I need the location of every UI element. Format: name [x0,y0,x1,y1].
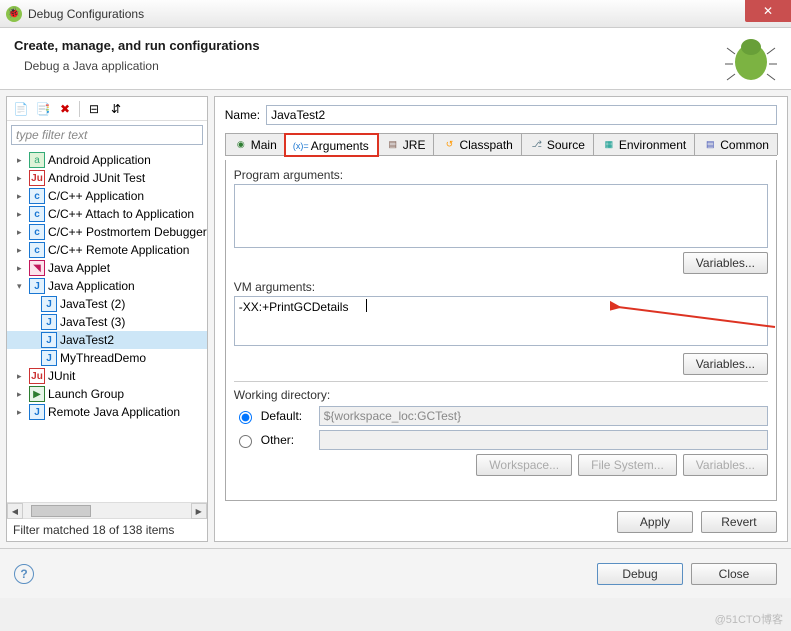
tree-item[interactable]: ▸cC/C++ Application [7,187,207,205]
tab-common[interactable]: ▤Common [694,133,778,155]
tab-source[interactable]: ⎇Source [521,133,594,155]
text-cursor [366,299,367,312]
window-close-button[interactable]: ✕ [745,0,791,22]
wd-default-radio[interactable] [239,411,252,424]
filter-input[interactable]: type filter text [11,125,203,145]
vm-args-variables-button[interactable]: Variables... [683,353,768,375]
tree-item[interactable]: ▸JRemote Java Application [7,403,207,421]
tree-item[interactable]: ▸cC/C++ Postmortem Debugger [7,223,207,241]
name-input[interactable] [266,105,777,125]
apply-button[interactable]: Apply [617,511,693,533]
duplicate-config-button[interactable]: 📑 [33,99,53,119]
close-button[interactable]: Close [691,563,777,585]
help-button[interactable]: ? [14,564,34,584]
tree-item[interactable]: JJavaTest (2) [7,295,207,313]
tree-item[interactable]: ▾JJava Application [7,277,207,295]
debug-button[interactable]: Debug [597,563,683,585]
delete-config-button[interactable]: ✖ [55,99,75,119]
program-arguments-textarea[interactable] [234,184,768,248]
program-args-variables-button[interactable]: Variables... [683,252,768,274]
wd-other-radio[interactable] [239,435,252,448]
tree-item[interactable]: ▸JuAndroid JUnit Test [7,169,207,187]
wd-other-value [319,430,768,450]
tree-item[interactable]: ▸▶Launch Group [7,385,207,403]
new-config-button[interactable]: 📄 [11,99,31,119]
tab-classpath[interactable]: ↺Classpath [433,133,521,155]
window-title: Debug Configurations [28,7,144,21]
tab-arguments[interactable]: (x)=Arguments [285,134,378,156]
wd-variables-button[interactable]: Variables... [683,454,768,476]
name-label: Name: [225,108,260,122]
vm-arguments-textarea[interactable]: -XX:+PrintGCDetails [234,296,768,346]
header-bug-icon [725,34,777,84]
tab-environment[interactable]: ▦Environment [593,133,695,155]
wd-other-label: Other: [261,433,313,447]
working-directory-label: Working directory: [234,388,768,402]
tab-jre[interactable]: ▤JRE [377,133,435,155]
bug-icon: 🐞 [6,6,22,22]
collapse-all-button[interactable]: ⊟ [84,99,104,119]
wd-default-label: Default: [261,409,313,423]
tree-item[interactable]: JJavaTest (3) [7,313,207,331]
filter-status: Filter matched 18 of 138 items [7,518,207,541]
tree-item[interactable]: ▸cC/C++ Attach to Application [7,205,207,223]
config-tree[interactable]: ▸aAndroid Application▸JuAndroid JUnit Te… [7,149,207,502]
page-subtitle: Debug a Java application [14,59,777,73]
tree-item[interactable]: JJavaTest2 [7,331,207,349]
tree-item[interactable]: ▸aAndroid Application [7,151,207,169]
wd-workspace-button[interactable]: Workspace... [476,454,572,476]
tree-item[interactable]: JMyThreadDemo [7,349,207,367]
revert-button[interactable]: Revert [701,511,777,533]
tab-main[interactable]: ◉Main [225,133,286,155]
tree-horizontal-scrollbar[interactable]: ◀▶ [7,502,207,518]
filter-config-button[interactable]: ⇵ [106,99,126,119]
tree-item[interactable]: ▸cC/C++ Remote Application [7,241,207,259]
vm-arguments-label: VM arguments: [234,280,768,294]
watermark: @51CTO博客 [715,611,783,627]
wd-default-value [319,406,768,426]
page-title: Create, manage, and run configurations [14,38,777,53]
tree-item[interactable]: ▸JuJUnit [7,367,207,385]
wd-filesystem-button[interactable]: File System... [578,454,677,476]
program-arguments-label: Program arguments: [234,168,768,182]
tree-item[interactable]: ▸◥Java Applet [7,259,207,277]
